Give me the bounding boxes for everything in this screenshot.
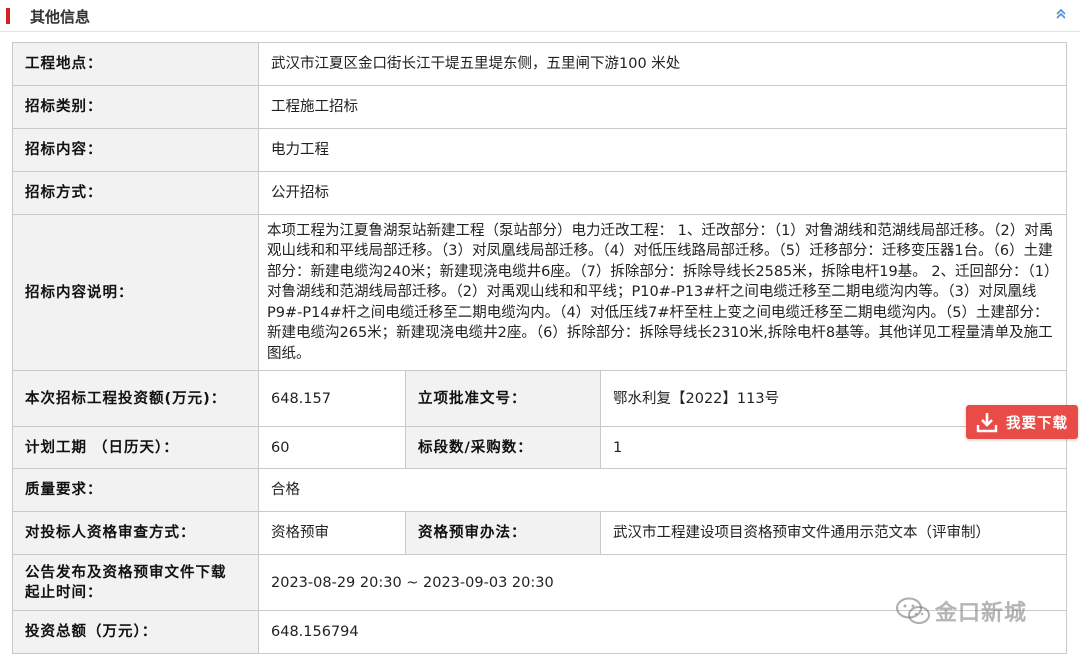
quality-label: 质量要求： <box>12 468 259 512</box>
total-investment-label: 投资总额（万元）： <box>12 610 259 654</box>
investment-value: 648.157 <box>258 370 406 427</box>
investment-label: 本次招标工程投资额(万元)： <box>12 370 259 427</box>
section-header: 其他信息 <box>0 0 1080 32</box>
double-chevron-up-icon[interactable] <box>1052 7 1070 25</box>
table-row: 招标内容说明： 本项工程为江夏鲁湖泵站新建工程（泵站部分）电力迁改工程： 1、迁… <box>12 214 1067 371</box>
content-value: 电力工程 <box>258 128 1067 172</box>
download-label: 我要下载 <box>1006 415 1068 432</box>
quality-value: 合格 <box>258 468 1067 512</box>
section-title: 其他信息 <box>30 8 91 26</box>
table-row: 招标内容： 电力工程 <box>12 128 1067 172</box>
table-row: 计划工期 （日历天）： 60 标段数/采购数： 1 <box>12 426 1067 469</box>
table-row: 工程地点： 武汉市江夏区金口街长江干堤五里堤东侧，五里闸下游100 米处 <box>12 42 1067 86</box>
section-accent-bar <box>6 8 10 24</box>
table-row: 对投标人资格审查方式： 资格预审 资格预审办法： 武汉市工程建设项目资格预审文件… <box>12 511 1067 555</box>
location-label: 工程地点： <box>12 42 259 86</box>
qualification-label: 对投标人资格审查方式： <box>12 511 259 555</box>
approval-no-label: 立项批准文号： <box>405 370 601 427</box>
sections-label: 标段数/采购数： <box>405 426 601 469</box>
prequal-method-label: 资格预审办法： <box>405 511 601 555</box>
method-value: 公开招标 <box>258 171 1067 215</box>
table-row: 招标方式： 公开招标 <box>12 171 1067 215</box>
method-label: 招标方式： <box>12 171 259 215</box>
table-row: 招标类别： 工程施工招标 <box>12 85 1067 129</box>
location-value: 武汉市江夏区金口街长江干堤五里堤东侧，五里闸下游100 米处 <box>258 42 1067 86</box>
info-table: 工程地点： 武汉市江夏区金口街长江干堤五里堤东侧，五里闸下游100 米处 招标类… <box>12 42 1067 654</box>
watermark: 金口新城 <box>895 594 1027 628</box>
category-value: 工程施工招标 <box>258 85 1067 129</box>
table-row: 本次招标工程投资额(万元)： 648.157 立项批准文号： 鄂水利复【2022… <box>12 370 1067 427</box>
wechat-icon <box>896 597 930 624</box>
prequal-method-value: 武汉市工程建设项目资格预审文件通用示范文本（评审制） <box>600 511 1067 555</box>
content-label: 招标内容： <box>12 128 259 172</box>
download-icon <box>976 413 998 433</box>
period-label: 公告发布及资格预审文件下载 起止时间： <box>12 554 259 611</box>
duration-value: 60 <box>258 426 406 469</box>
description-label: 招标内容说明： <box>12 214 259 371</box>
duration-label: 计划工期 （日历天）： <box>12 426 259 469</box>
table-row: 质量要求： 合格 <box>12 468 1067 512</box>
watermark-text: 金口新城 <box>935 601 1028 626</box>
description-value: 本项工程为江夏鲁湖泵站新建工程（泵站部分）电力迁改工程： 1、迁改部分：（1）对… <box>258 214 1067 371</box>
download-button[interactable]: 我要下载 <box>966 405 1078 439</box>
qualification-value: 资格预审 <box>258 511 406 555</box>
category-label: 招标类别： <box>12 85 259 129</box>
